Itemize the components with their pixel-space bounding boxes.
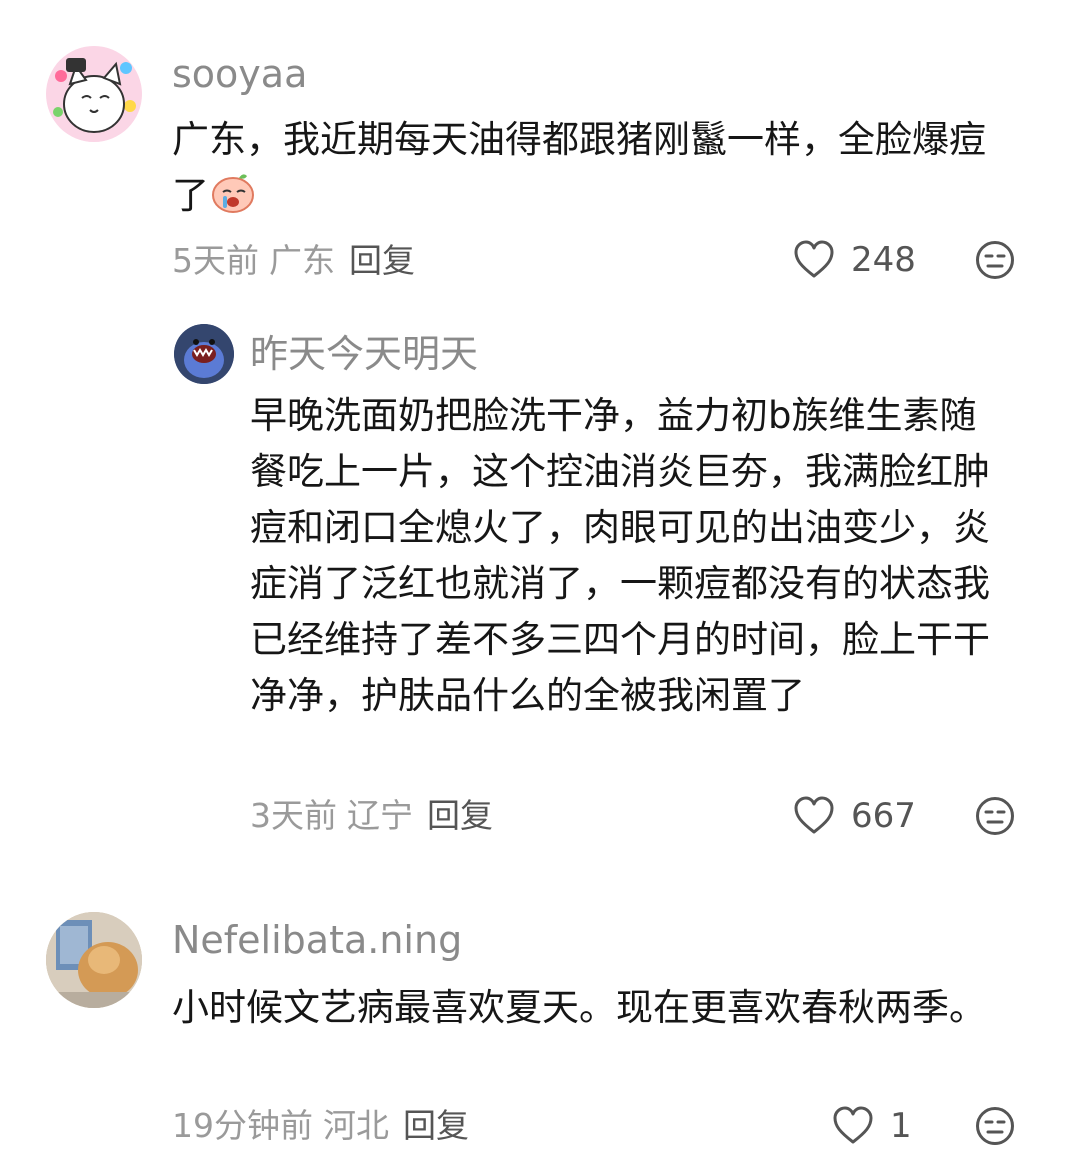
heart-outline-icon: [833, 1106, 873, 1144]
meh-face-icon: [976, 1107, 1014, 1145]
reply-button[interactable]: 回复: [349, 241, 415, 280]
avatar[interactable]: [174, 324, 234, 384]
crying-sticker-icon: [209, 170, 257, 214]
avatar[interactable]: [46, 46, 142, 142]
timestamp: 5天前: [172, 241, 259, 280]
location: 河北: [323, 1106, 389, 1145]
like-button[interactable]: 248: [793, 240, 916, 280]
heart-outline-icon: [794, 796, 834, 834]
cartoon-cat-avatar-icon: [46, 46, 142, 142]
comment-meta: 3天前 辽宁 回复: [250, 796, 493, 836]
blue-monster-avatar-icon: [174, 324, 234, 384]
comment-text: 广东，我近期每天油得都跟猪刚鬣一样，全脸爆痘了: [172, 112, 1022, 224]
comment-meta: 5天前 广东 回复: [172, 241, 415, 281]
comment-item: Nefelibata.ning 小时候文艺病最喜欢夏天。现在更喜欢春秋两季。 1…: [0, 880, 1080, 1170]
location: 辽宁: [347, 796, 413, 835]
like-count: 1: [890, 1106, 912, 1146]
comment-text-body: 广东，我近期每天油得都跟猪刚鬣一样，全脸爆痘了: [172, 118, 986, 217]
dislike-button[interactable]: [975, 1106, 1015, 1146]
avatar[interactable]: [46, 912, 142, 1008]
location: 广东: [269, 241, 335, 280]
reply-button[interactable]: 回复: [403, 1106, 469, 1145]
comment-text: 小时候文艺病最喜欢夏天。现在更喜欢春秋两季。: [172, 986, 986, 1029]
meh-face-icon: [976, 241, 1014, 279]
username[interactable]: sooyaa: [172, 52, 307, 96]
like-count: 248: [851, 240, 916, 280]
cat-photo-avatar-icon: [46, 912, 142, 1008]
like-count: 667: [851, 796, 916, 836]
reply-item: 昨天今天明天 早晚洗面奶把脸洗干净，益力初b族维生素随餐吃上一片，这个控油消炎巨…: [0, 300, 1080, 860]
like-button[interactable]: 667: [793, 796, 916, 836]
username[interactable]: 昨天今天明天: [250, 332, 478, 376]
username[interactable]: Nefelibata.ning: [172, 918, 462, 962]
comment-meta: 19分钟前 河北 回复: [172, 1106, 469, 1146]
comment-item: sooyaa 广东，我近期每天油得都跟猪刚鬣一样，全脸爆痘了 5天前 广东 回复 2…: [0, 0, 1080, 300]
reply-button[interactable]: 回复: [427, 796, 493, 835]
timestamp: 3天前: [250, 796, 337, 835]
meh-face-icon: [976, 797, 1014, 835]
comment-text: 早晚洗面奶把脸洗干净，益力初b族维生素随餐吃上一片，这个控油消炎巨夯，我满脸红肿…: [250, 394, 990, 717]
heart-outline-icon: [794, 240, 834, 278]
dislike-button[interactable]: [975, 240, 1015, 280]
like-button[interactable]: 1: [832, 1106, 912, 1146]
timestamp: 19分钟前: [172, 1106, 313, 1145]
dislike-button[interactable]: [975, 796, 1015, 836]
